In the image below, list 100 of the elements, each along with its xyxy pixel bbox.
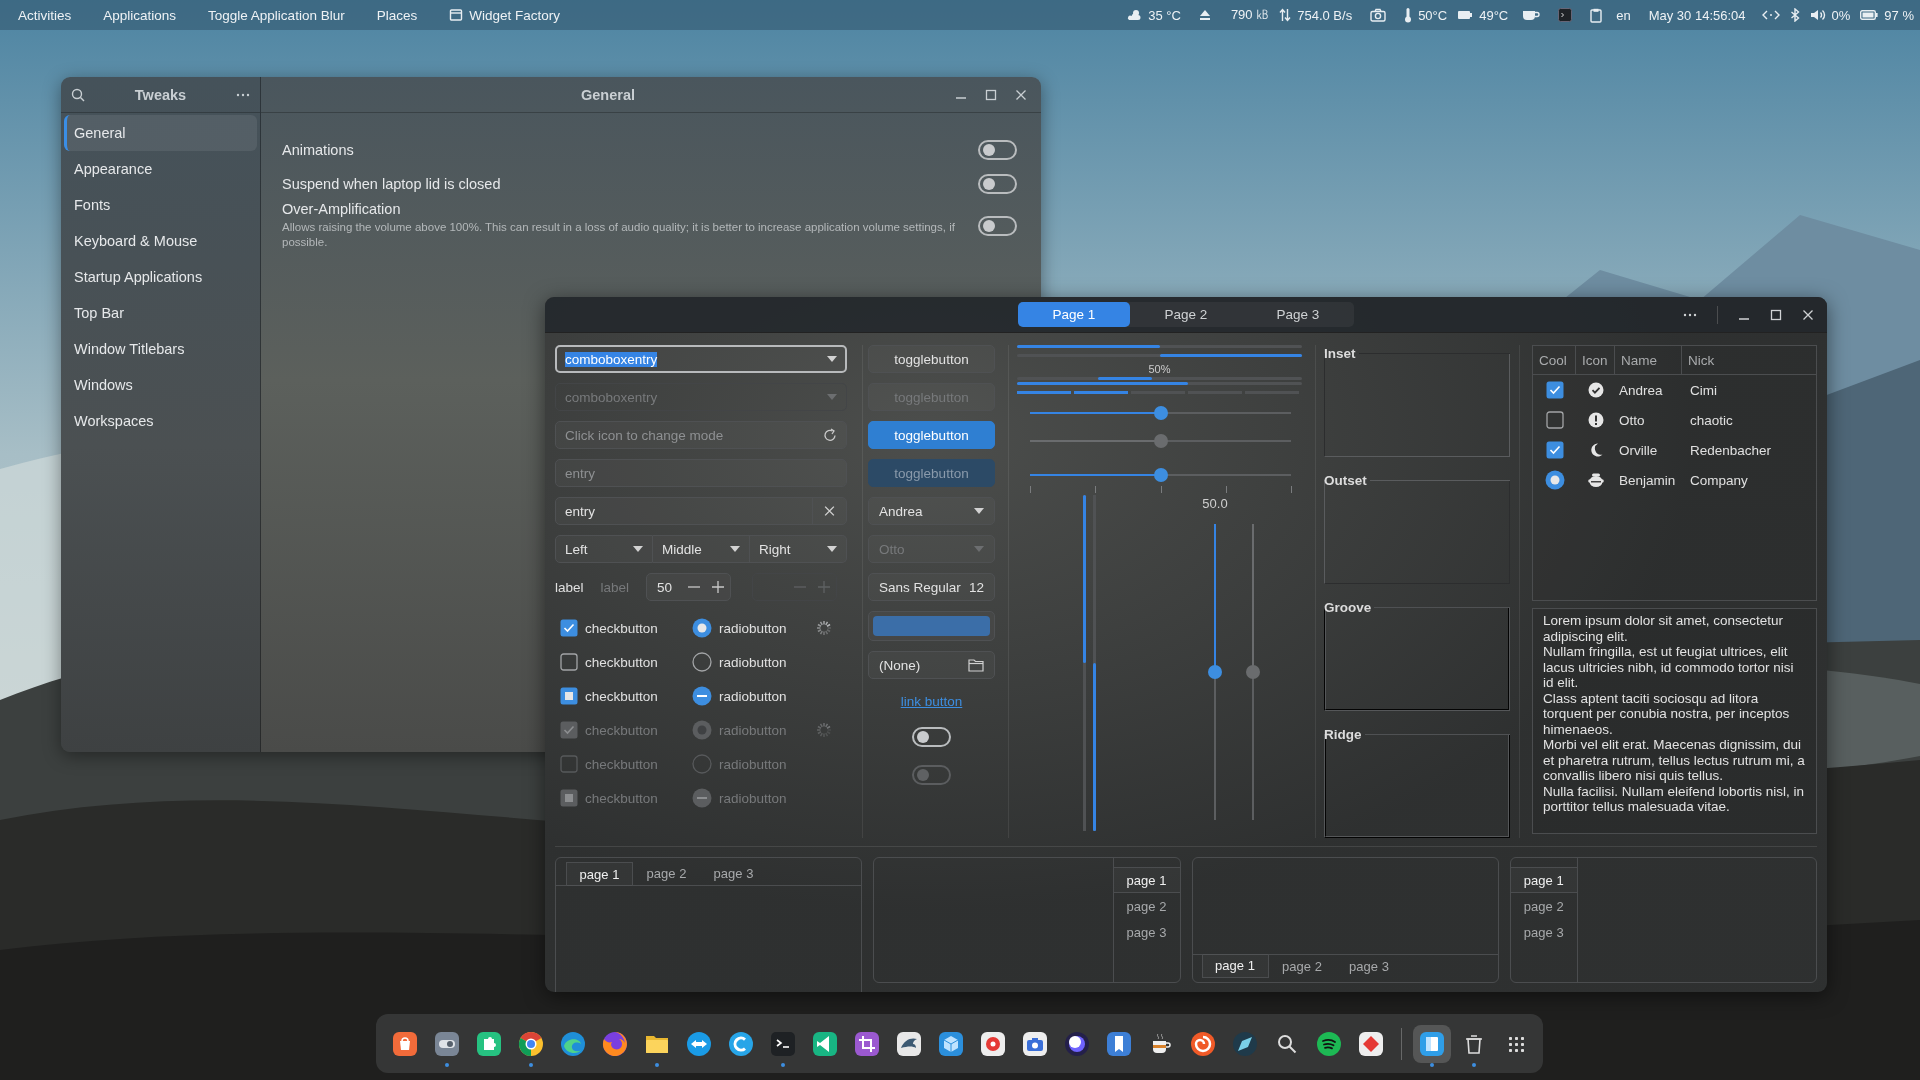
text-field[interactable]: Click icon to change mode bbox=[555, 421, 847, 449]
sidebar-item[interactable]: Workspaces bbox=[64, 403, 257, 439]
frame-label: Inset bbox=[1324, 345, 1357, 361]
tab[interactable]: page 2 bbox=[1268, 955, 1336, 978]
more-icon[interactable] bbox=[1683, 312, 1697, 317]
tab[interactable]: page 3 bbox=[1335, 955, 1403, 978]
dropdown-button[interactable]: Middle bbox=[653, 535, 750, 563]
code-arrows-icon[interactable] bbox=[1761, 9, 1780, 21]
battery-icon[interactable] bbox=[1860, 10, 1879, 20]
link-button[interactable]: link button bbox=[868, 694, 995, 709]
slider[interactable] bbox=[1030, 405, 1291, 421]
search-icon[interactable] bbox=[71, 87, 85, 102]
sidebar-item[interactable]: Keyboard & Mouse bbox=[64, 223, 257, 259]
radio-button[interactable] bbox=[692, 652, 712, 672]
switch[interactable] bbox=[978, 140, 1017, 160]
text-field[interactable]: entry bbox=[555, 497, 847, 525]
radio-label[interactable]: radiobutton bbox=[719, 688, 787, 704]
checkbox-label[interactable]: checkbutton bbox=[585, 688, 658, 704]
radio-button[interactable] bbox=[692, 618, 712, 638]
tab[interactable]: page 1 bbox=[1201, 954, 1269, 978]
dropdown-button[interactable]: Andrea bbox=[868, 497, 995, 525]
checkbox[interactable] bbox=[1545, 411, 1564, 429]
refresh-icon[interactable] bbox=[823, 428, 837, 442]
checkbox-label[interactable]: checkbutton bbox=[585, 654, 658, 670]
close-icon[interactable] bbox=[1015, 88, 1027, 101]
spin-field[interactable]: 50 bbox=[646, 573, 732, 601]
tab[interactable]: page 3 bbox=[1113, 919, 1180, 945]
sidebar-item[interactable]: Fonts bbox=[64, 187, 257, 223]
tab[interactable]: page 1 bbox=[566, 862, 633, 886]
slider[interactable] bbox=[1207, 524, 1223, 820]
tab[interactable]: page 3 bbox=[1510, 919, 1577, 945]
sidebar-item[interactable]: Startup Applications bbox=[64, 259, 257, 295]
checkbox[interactable] bbox=[1545, 381, 1564, 399]
column-header[interactable]: Icon bbox=[1576, 346, 1615, 374]
switch[interactable] bbox=[978, 174, 1017, 194]
camera-icon[interactable] bbox=[1370, 8, 1387, 22]
text-area[interactable]: Lorem ipsum dolor sit amet, consectetur adipiscing elit. Nullam fringilla, est ut feugiat ultrices, elit lacus ultricies nibh, id commodo tortor nisi id elit. Class aptent taciti sociosqu ad litora torquent per conubia nostra, per inceptos himenaeos. Morbi vel elit erat. Maecenas dignissim, dui et pharetra rutrum, tellus lectus rutrum mi, a convallis libero nisi quis tellus. Nulla facilisi. Nullam eleifend lobortis nisl, in porttitor tellus malesuada vitae. bbox=[1532, 608, 1817, 834]
tab[interactable]: page 3 bbox=[700, 862, 767, 885]
column-header[interactable]: Nick bbox=[1682, 346, 1816, 374]
sidebar-item[interactable]: Top Bar bbox=[64, 295, 257, 331]
radio-button[interactable] bbox=[1544, 470, 1565, 490]
slider[interactable] bbox=[1030, 467, 1291, 493]
tab[interactable]: page 1 bbox=[1112, 867, 1180, 893]
checkbox[interactable] bbox=[560, 619, 578, 637]
checkbox[interactable] bbox=[560, 653, 578, 671]
maximize-icon[interactable] bbox=[985, 88, 997, 101]
menu-button[interactable]: Activities bbox=[18, 7, 72, 23]
app-menu-button[interactable]: Widget Factory bbox=[469, 7, 560, 23]
setting-label: Over-Amplification bbox=[282, 201, 402, 217]
radio-label[interactable]: radiobutton bbox=[719, 654, 787, 670]
terminal-icon[interactable] bbox=[1558, 8, 1573, 22]
caret-icon bbox=[974, 508, 984, 514]
page-title: General bbox=[580, 86, 636, 103]
dropdown-button[interactable]: Right bbox=[750, 535, 847, 563]
switch[interactable] bbox=[912, 727, 951, 747]
tab[interactable]: Page 2 bbox=[1130, 302, 1242, 327]
tab[interactable]: Page 3 bbox=[1242, 302, 1354, 327]
eject-icon[interactable] bbox=[1198, 9, 1211, 21]
checkbox[interactable] bbox=[1545, 441, 1564, 459]
dropdown-button[interactable]: Left bbox=[555, 535, 653, 563]
tab[interactable]: page 1 bbox=[1510, 867, 1578, 893]
checkbox-label[interactable]: checkbutton bbox=[585, 620, 658, 636]
cloud-icon[interactable] bbox=[1126, 8, 1143, 22]
menu-button[interactable]: Toggle Application Blur bbox=[208, 7, 345, 23]
bluetooth-icon[interactable] bbox=[1789, 8, 1800, 22]
column-header[interactable]: Name bbox=[1615, 346, 1682, 374]
clipboard-icon[interactable] bbox=[1590, 7, 1603, 23]
checkbox[interactable] bbox=[560, 687, 578, 705]
sidebar-item[interactable]: General bbox=[64, 115, 257, 151]
tab[interactable]: page 2 bbox=[633, 862, 700, 885]
bag-icon bbox=[391, 1029, 419, 1058]
tab[interactable]: Page 1 bbox=[1018, 302, 1130, 327]
tab[interactable]: page 2 bbox=[1510, 893, 1577, 919]
slider-handle[interactable] bbox=[1208, 665, 1222, 679]
keyboard-layout[interactable]: en bbox=[1616, 7, 1631, 23]
font-button[interactable]: Sans Regular 12 bbox=[868, 573, 995, 601]
maximize-icon[interactable] bbox=[1770, 308, 1782, 321]
toggle-button[interactable]: togglebutton bbox=[868, 421, 995, 449]
radio-button[interactable] bbox=[692, 686, 712, 706]
switch[interactable] bbox=[978, 215, 1017, 236]
more-icon[interactable] bbox=[236, 92, 250, 97]
text-field[interactable]: entry bbox=[555, 459, 847, 487]
tab[interactable]: page 2 bbox=[1113, 893, 1180, 919]
sidebar-item[interactable]: Windows bbox=[64, 367, 257, 403]
menu-button[interactable]: Applications bbox=[103, 7, 177, 23]
slider-handle[interactable] bbox=[1153, 406, 1168, 420]
warning-icon bbox=[1587, 412, 1604, 428]
combo-entry[interactable]: comboboxentry bbox=[555, 345, 847, 373]
radio-label[interactable]: radiobutton bbox=[719, 620, 787, 636]
clock[interactable]: May 30 14:56:04 bbox=[1648, 7, 1746, 23]
sidebar-item[interactable]: Window Titlebars bbox=[64, 331, 257, 367]
toggle-button[interactable]: togglebutton bbox=[868, 345, 995, 373]
file-button[interactable]: (None) bbox=[868, 651, 995, 679]
close-icon[interactable] bbox=[1802, 308, 1814, 321]
cup-icon[interactable] bbox=[1522, 8, 1541, 22]
speaker-icon[interactable] bbox=[1809, 8, 1826, 22]
slider-handle[interactable] bbox=[1153, 468, 1168, 482]
column-header[interactable]: Cool bbox=[1533, 346, 1576, 374]
menu-button[interactable]: Places bbox=[376, 7, 418, 23]
sidebar-item[interactable]: Appearance bbox=[64, 151, 257, 187]
